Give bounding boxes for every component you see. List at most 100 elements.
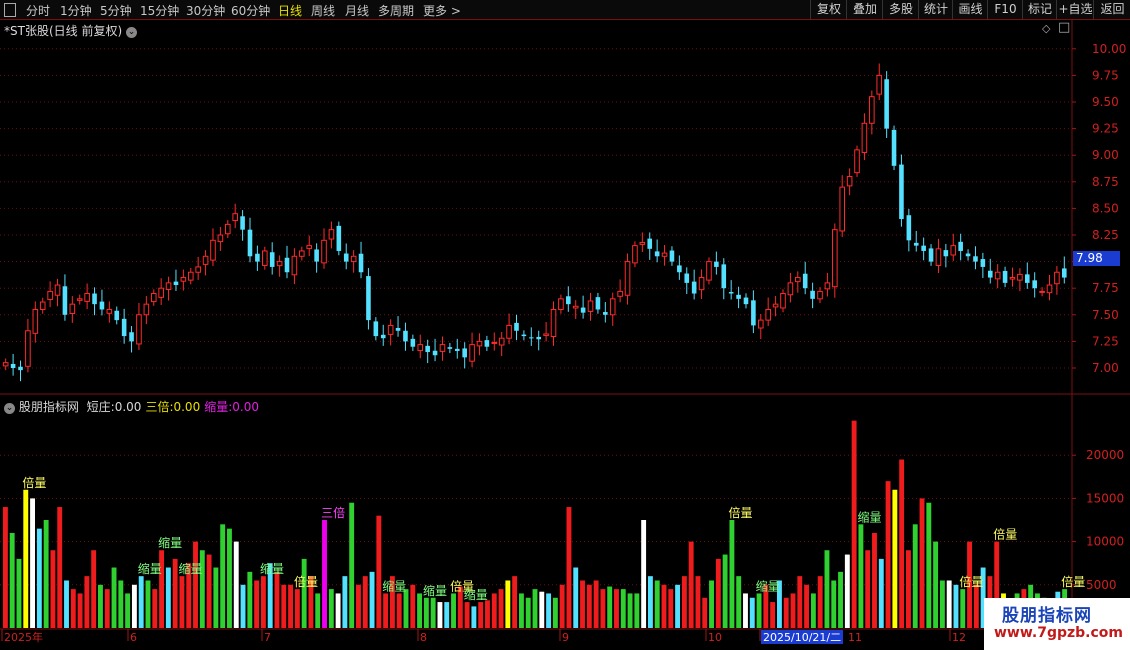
volume-bar (294, 589, 300, 628)
period-tab-6[interactable]: 日线 (278, 2, 302, 19)
candle-body (1024, 274, 1030, 283)
period-tab-1[interactable]: 1分钟 (60, 2, 92, 19)
period-tab-4[interactable]: 30分钟 (186, 2, 225, 19)
candle-body (299, 250, 305, 257)
volume-annotation: 倍量 (22, 475, 46, 490)
volume-bar (702, 597, 708, 628)
volume-bar (838, 571, 843, 628)
candle-body (314, 249, 319, 262)
volume-bar (118, 580, 124, 628)
time-axis-label: 9 (562, 631, 569, 644)
candle-body (654, 251, 660, 257)
volume-bar (396, 593, 402, 628)
menu-icon[interactable] (4, 3, 16, 17)
main-chart-title: *ST张股(日线 前复权) ⌄ (4, 22, 137, 39)
period-tab-8[interactable]: 月线 (345, 2, 369, 19)
volume-bar (573, 567, 579, 628)
candle-body (772, 303, 779, 308)
toolbar-button-5[interactable]: F10 (987, 0, 1023, 19)
period-tab-9[interactable]: 多周期 (378, 2, 414, 19)
time-axis-label: 12 (952, 631, 966, 644)
volume-tick-label: 10000 (1086, 535, 1124, 549)
candle-body (728, 292, 734, 294)
volume-bar (722, 554, 728, 628)
candle-body (173, 281, 179, 286)
toolbar-button-1[interactable]: 叠加 (846, 0, 883, 19)
volume-bar (165, 567, 171, 628)
price-tick-label: 9.00 (1092, 148, 1119, 162)
volume-bar (647, 576, 653, 628)
toolbar-button-2[interactable]: 多股 (882, 0, 919, 19)
candle-body (506, 324, 512, 339)
time-axis-label: 2025年 (4, 630, 43, 644)
volume-bar (831, 580, 837, 628)
kline-chart[interactable]: 10.009.759.509.259.008.758.508.258.007.7… (0, 20, 1130, 650)
candle-body (780, 293, 786, 309)
volume-bar (844, 554, 850, 628)
toolbar-button-3[interactable]: 统计 (918, 0, 953, 19)
price-tick-label: 7.25 (1092, 334, 1119, 348)
period-tab-2[interactable]: 5分钟 (100, 2, 132, 19)
volume-bar (70, 589, 76, 628)
candle-body (514, 322, 519, 331)
period-tab-5[interactable]: 60分钟 (231, 2, 270, 19)
candle-body (195, 266, 201, 273)
volume-bar (715, 558, 721, 628)
candle-body (869, 96, 875, 124)
candle-body (958, 241, 963, 251)
candle-body (425, 345, 430, 353)
candle-body (558, 298, 564, 310)
volume-annotation: 缩量 (423, 583, 447, 598)
volume-bar (858, 524, 864, 628)
period-tab-10[interactable]: 更多 > (423, 2, 461, 19)
volume-bar (403, 589, 409, 628)
candle-body (25, 330, 31, 367)
volume-annotation: 缩量 (138, 561, 162, 576)
period-tab-3[interactable]: 15分钟 (140, 2, 179, 19)
toolbar-button-0[interactable]: 复权 (810, 0, 847, 19)
volume-annotation: 倍量 (729, 505, 753, 520)
volume-bar (2, 507, 8, 628)
volume-bar (634, 593, 640, 628)
volume-bar (193, 541, 198, 628)
candle-body (521, 334, 527, 337)
period-tab-0[interactable]: 分时 (26, 2, 50, 19)
diamond-icon[interactable]: ◇ (1042, 22, 1050, 35)
candle-body (403, 330, 408, 342)
volume-bar (783, 597, 789, 628)
candle-body (476, 340, 483, 347)
volume-bar (709, 580, 714, 628)
candle-body (572, 305, 579, 309)
indicator-field-1: 三倍:0.00 (145, 400, 200, 414)
candle-body (62, 286, 68, 315)
top-toolbar: 分时 1分钟 5分钟 15分钟 30分钟 60分钟 日线 周线 月线 多周期 更多 > 复权 叠加 多股… (0, 0, 1130, 20)
price-tick-label: 9.25 (1092, 122, 1119, 136)
volume-bar (790, 593, 796, 628)
volume-annotation: 缩量 (756, 578, 780, 593)
candle-body (224, 223, 231, 235)
toolbar-button-4[interactable]: 画线 (952, 0, 988, 19)
volume-annotation: 缩量 (158, 535, 182, 550)
indicator-field-label: 缩量: (204, 400, 233, 414)
candle-body (536, 336, 541, 340)
volume-bar (356, 584, 361, 628)
toolbar-button-8[interactable]: 返回 (1093, 0, 1130, 19)
chevron-down-icon[interactable]: ⌄ (125, 27, 137, 38)
toolbar-button-6[interactable]: 标记 (1022, 0, 1057, 19)
volume-bar (43, 520, 49, 628)
volume-bar (505, 580, 511, 628)
period-tab-7[interactable]: 周线 (311, 2, 335, 19)
chevron-down-icon[interactable]: ⌄ (4, 403, 15, 414)
volume-bar (437, 602, 443, 628)
volume-bar (362, 576, 368, 628)
volume-bar (905, 550, 911, 628)
toolbar-button-7[interactable]: +自选 (1056, 0, 1094, 19)
candle-body (447, 347, 453, 349)
volume-annotation: 倍量 (959, 574, 983, 589)
close-icon[interactable]: □ (1058, 20, 1070, 35)
candle-body (217, 234, 224, 243)
candle-body (639, 241, 646, 245)
volume-tick-label: 20000 (1086, 448, 1124, 462)
volume-bar (383, 593, 389, 628)
candle-body (306, 245, 313, 249)
